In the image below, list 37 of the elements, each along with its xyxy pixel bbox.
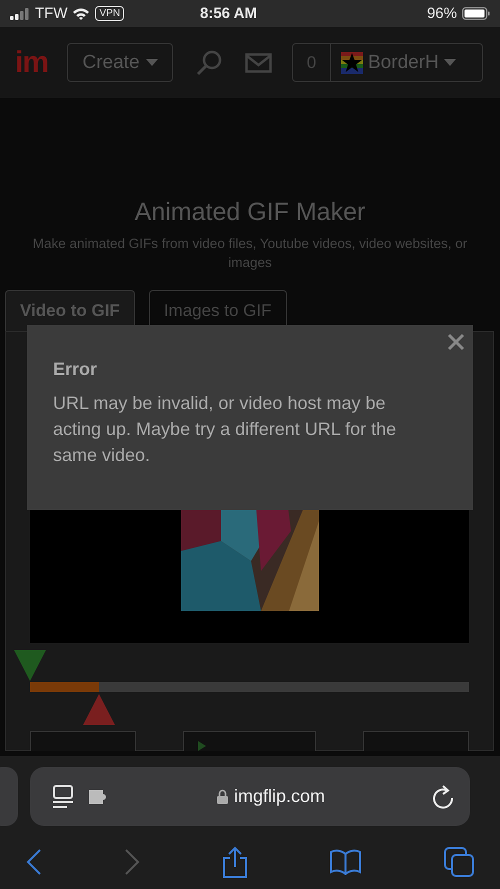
flag-star-icon <box>341 52 363 74</box>
clock: 8:56 AM <box>200 5 258 22</box>
control-button[interactable] <box>363 731 469 751</box>
close-icon[interactable] <box>447 333 465 351</box>
address-bar[interactable]: imgflip.com <box>30 767 470 826</box>
reload-icon[interactable] <box>432 784 454 808</box>
battery-icon <box>462 7 490 20</box>
signal-icon <box>10 8 30 20</box>
bookmarks-icon[interactable] <box>329 849 362 875</box>
end-handle[interactable] <box>82 694 115 725</box>
search-icon[interactable] <box>195 48 223 76</box>
mail-icon[interactable] <box>245 52 272 72</box>
start-handle[interactable] <box>14 650 46 681</box>
tabs-icon[interactable] <box>444 847 474 877</box>
control-button[interactable] <box>30 731 136 751</box>
forward-icon <box>124 849 140 875</box>
create-dropdown[interactable]: Create <box>67 43 173 82</box>
lock-icon <box>216 789 228 804</box>
page-subtitle: Make animated GIFs from video files, Youtube videos, video websites, or images <box>32 235 468 272</box>
caret-icon <box>146 59 158 66</box>
play-icon <box>198 741 206 751</box>
dialog-title: Error <box>53 359 98 380</box>
caret-icon <box>444 59 456 66</box>
share-icon[interactable] <box>222 846 248 878</box>
user-menu[interactable]: BorderH <box>331 44 482 81</box>
carrier-name: TFW <box>35 5 68 22</box>
wifi-icon <box>72 7 90 20</box>
reader-icon[interactable] <box>52 784 74 808</box>
page-title: Animated GIF Maker <box>134 197 366 227</box>
back-button[interactable] <box>26 849 42 875</box>
battery-percent: 96% <box>426 5 457 22</box>
back-icon <box>26 849 42 875</box>
play-button[interactable] <box>183 731 316 751</box>
vpn-badge: VPN <box>95 6 124 21</box>
url-text: imgflip.com <box>234 786 326 807</box>
dialog-message: URL may be invalid, or video host may be acting up. Maybe try a different URL for the same video. <box>53 392 398 467</box>
site-logo[interactable]: im <box>15 46 67 80</box>
